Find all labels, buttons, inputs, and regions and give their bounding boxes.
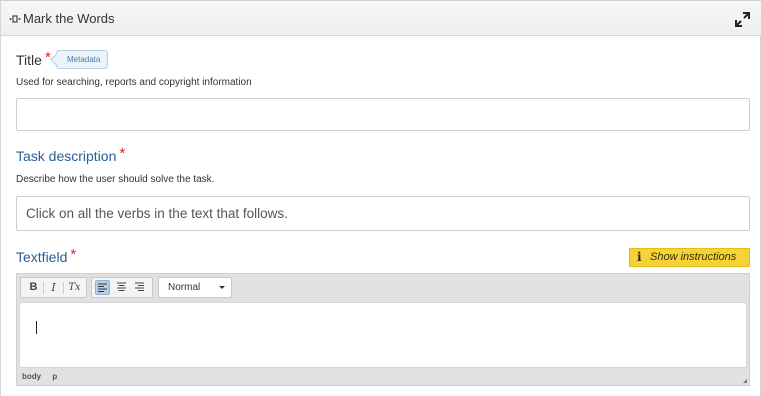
align-center-button[interactable] <box>114 280 129 295</box>
show-instructions-label: Show instructions <box>650 251 737 263</box>
format-select[interactable]: Normal <box>158 277 232 298</box>
toolbar-separator <box>63 282 64 294</box>
resize-handle[interactable] <box>743 379 747 383</box>
textfield-label-text: Textfield <box>16 249 68 265</box>
format-select-value: Normal <box>168 282 201 293</box>
title-label-text: Title <box>16 52 42 68</box>
editor-panel: Mark the Words Title * Metadata Used for … <box>0 0 761 396</box>
path-item-body[interactable]: body <box>22 372 41 381</box>
text-cursor <box>36 321 37 334</box>
toolbar-separator <box>43 282 44 294</box>
show-instructions-button[interactable]: i Show instructions <box>629 248 750 267</box>
align-left-button[interactable] <box>95 280 110 295</box>
align-left-icon <box>98 283 107 292</box>
element-path-bar: body p <box>22 372 66 381</box>
title-input[interactable] <box>16 98 750 131</box>
chevron-down-icon <box>219 286 225 289</box>
bold-button[interactable]: B <box>26 280 41 295</box>
basic-styles-toolbar: B I Tx <box>20 277 87 298</box>
textfield-label: Textfield * <box>16 246 77 266</box>
task-description-label: Task description * <box>16 145 126 165</box>
task-description-input[interactable]: Click on all the verbs in the text that … <box>16 196 750 231</box>
content-type-header: Mark the Words <box>1 0 761 36</box>
align-right-icon <box>135 282 144 291</box>
alignment-toolbar <box>91 277 153 298</box>
info-icon: i <box>637 250 642 264</box>
textfield-editor-area[interactable] <box>19 302 747 368</box>
rich-text-editor: B I Tx Normal body p <box>16 273 750 386</box>
title-description: Used for searching, reports and copyrigh… <box>16 77 252 88</box>
align-center-icon <box>117 282 126 291</box>
path-item-p[interactable]: p <box>52 372 57 381</box>
align-right-button[interactable] <box>132 280 147 295</box>
expand-icon[interactable] <box>734 11 751 28</box>
content-type-title: Mark the Words <box>23 11 115 26</box>
widget-icon <box>9 15 21 23</box>
required-mark: * <box>44 49 51 66</box>
task-description-label-text: Task description <box>16 148 117 164</box>
italic-button[interactable]: I <box>46 280 61 295</box>
title-label: Title * <box>16 49 51 69</box>
required-mark: * <box>119 145 126 162</box>
task-description-help: Describe how the user should solve the t… <box>16 174 215 185</box>
metadata-button[interactable]: Metadata <box>56 50 109 69</box>
remove-format-button[interactable]: Tx <box>67 280 82 295</box>
required-mark: * <box>70 246 77 263</box>
